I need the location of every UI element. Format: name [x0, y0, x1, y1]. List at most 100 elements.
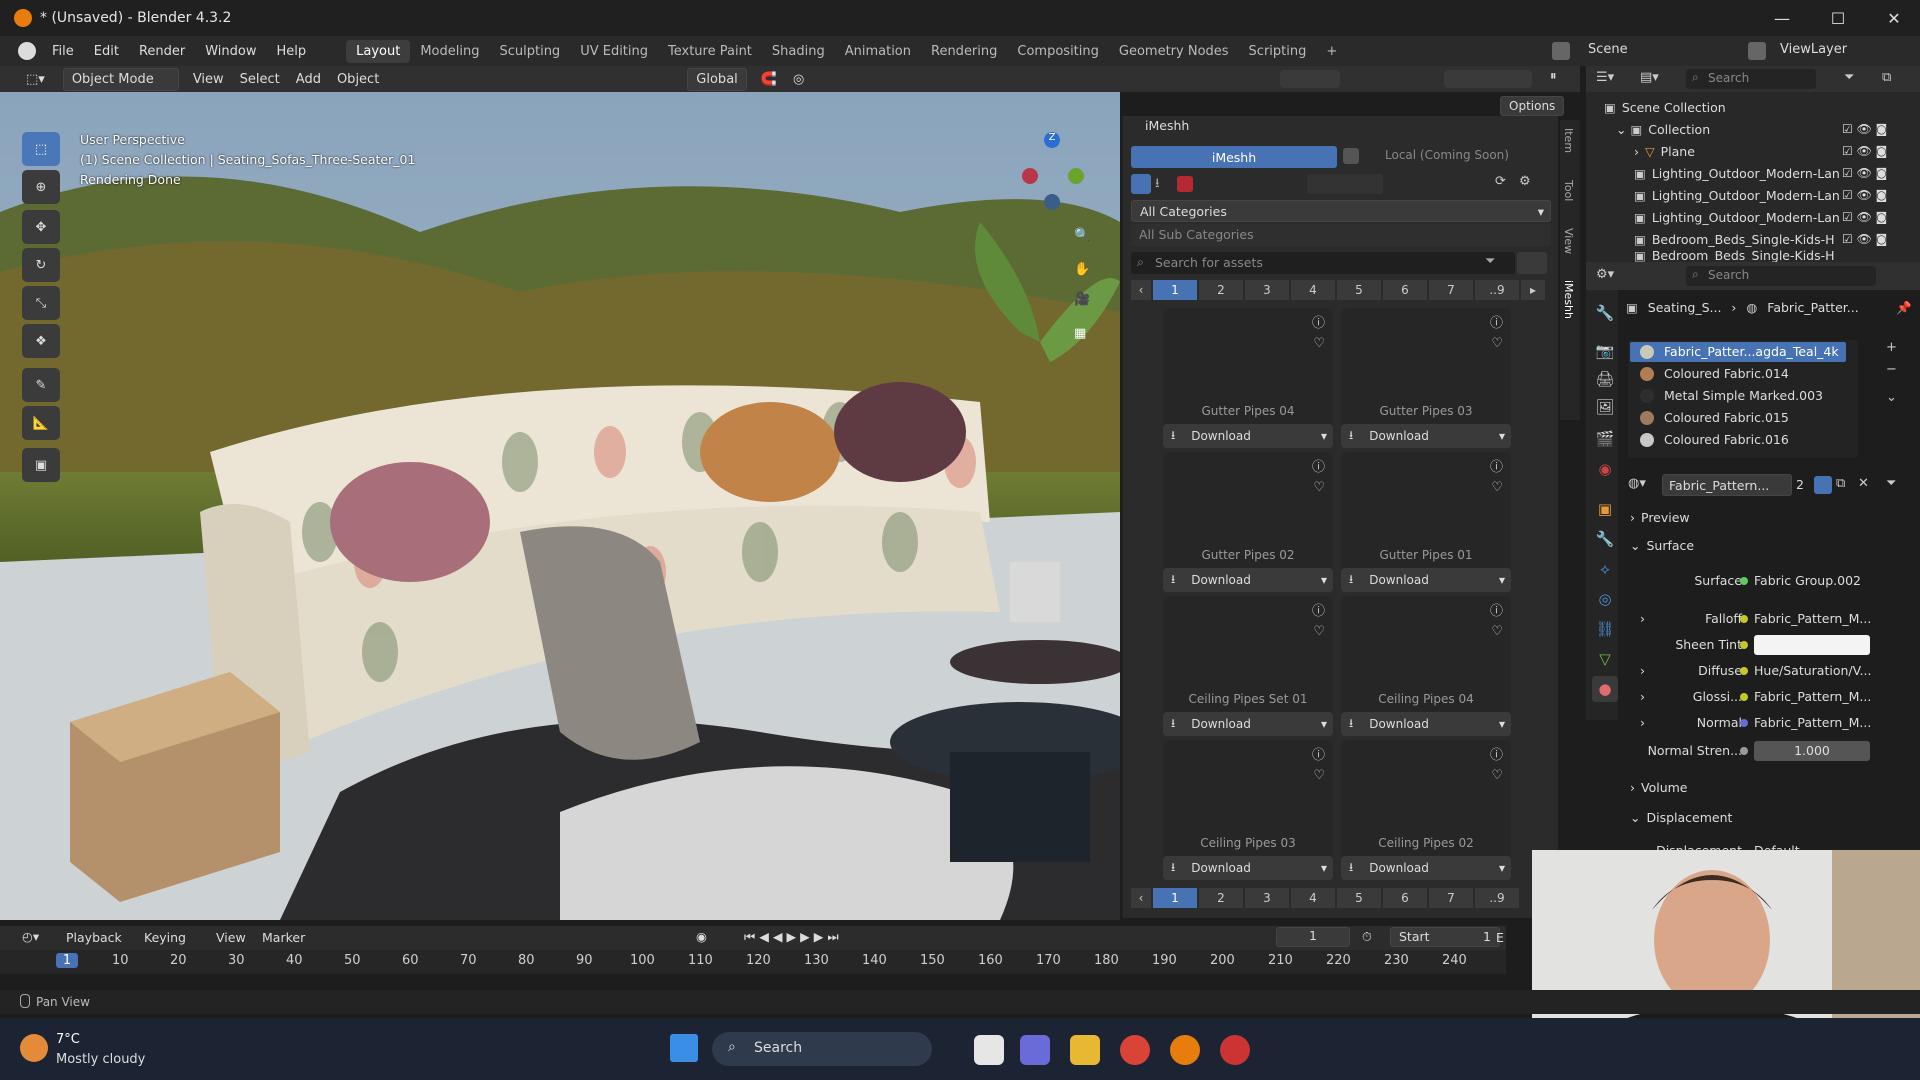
select-tool-icon[interactable]: ⬚	[22, 132, 60, 166]
duplicate-material-icon[interactable]: ⧉	[1836, 476, 1845, 491]
object-mode-dropdown[interactable]: Object Mode	[62, 67, 179, 91]
visibility-toggles[interactable]: ☑ 👁 ◙ ☑ 👁 ◙ ☑ 👁 ◙ ☑ 👁 ◙ ☑ 👁 ◙ ☑ 👁 ◙	[1842, 118, 1912, 258]
refresh-icon[interactable]: ⟳	[1495, 174, 1506, 189]
task-view-icon[interactable]	[974, 1035, 1004, 1065]
add-workspace-button[interactable]: +	[1316, 40, 1347, 63]
page-last-button[interactable]: ..9	[1475, 280, 1519, 300]
slot-menu-icon[interactable]: ⌄	[1886, 390, 1897, 405]
page-prev-button[interactable]: ‹	[1131, 888, 1151, 908]
view-layer-tab-icon[interactable]: 🖼	[1592, 394, 1618, 420]
camera-view-icon[interactable]: 🎥	[1074, 292, 1090, 307]
menu-view[interactable]: View	[185, 69, 232, 90]
scale-tool-icon[interactable]: ⤡	[22, 286, 60, 320]
menu-file[interactable]: File	[42, 44, 84, 59]
online-library-icon[interactable]	[1131, 174, 1151, 194]
chevron-right-icon[interactable]: ›	[1640, 611, 1645, 626]
navigation-gizmo[interactable]: Z	[1020, 132, 1090, 212]
chevron-down-icon[interactable]: ▾	[1321, 861, 1327, 875]
page-1-button[interactable]: 1	[1153, 888, 1197, 908]
heart-icon[interactable]: ♡	[1491, 480, 1503, 495]
page-5-button[interactable]: 5	[1337, 280, 1381, 300]
tab-compositing[interactable]: Compositing	[1007, 40, 1109, 63]
info-icon[interactable]: ⓘ	[1312, 312, 1325, 331]
filter-icon[interactable]: ⏷	[1844, 70, 1854, 85]
add-slot-button[interactable]: +	[1886, 340, 1897, 355]
page-7-button[interactable]: 7	[1429, 280, 1473, 300]
render-tab-icon[interactable]: 📷	[1592, 338, 1618, 364]
material-filter-icon[interactable]: ⏷	[1886, 476, 1896, 491]
chevron-down-icon[interactable]: ▾	[1499, 717, 1505, 731]
axis-x-icon[interactable]	[1022, 168, 1038, 184]
page-1-button[interactable]: 1	[1153, 280, 1197, 300]
proportional-edit-icon[interactable]: ◎	[785, 69, 812, 90]
chevron-down-icon[interactable]: ▾	[1321, 717, 1327, 731]
material-slot[interactable]: Fabric_Patter...agda_Teal_4k	[1630, 342, 1846, 362]
download-button[interactable]: ⭳ Download ▾	[1341, 856, 1511, 880]
copilot-icon[interactable]	[1020, 1035, 1050, 1065]
menu-window[interactable]: Window	[195, 44, 266, 59]
scene-name[interactable]: Scene	[1588, 42, 1628, 57]
chevron-right-icon[interactable]: ›	[1640, 663, 1645, 678]
new-collection-icon[interactable]: ⧉	[1882, 70, 1891, 85]
chevron-right-icon[interactable]: ›	[1634, 144, 1639, 159]
breadcrumb-material[interactable]: Fabric_Patter...	[1767, 300, 1858, 315]
page-4-button[interactable]: 4	[1291, 280, 1335, 300]
viewlayer-name[interactable]: ViewLayer	[1780, 42, 1847, 57]
chevron-down-icon[interactable]: ▾	[1499, 429, 1505, 443]
menu-help[interactable]: Help	[267, 44, 317, 59]
download-button[interactable]: ⭳ Download ▾	[1341, 424, 1511, 448]
settings-gear-icon[interactable]: ⚙	[1519, 174, 1531, 189]
material-slot[interactable]: Coloured Fabric.015	[1630, 408, 1846, 428]
prop-value[interactable]: Fabric_Pattern_M...	[1754, 689, 1871, 704]
tab-geometry-nodes[interactable]: Geometry Nodes	[1109, 40, 1239, 63]
view-mode-icon[interactable]	[1517, 252, 1547, 274]
pause-render-icon[interactable]: ⏸	[1550, 69, 1557, 84]
tab-modeling[interactable]: Modeling	[410, 40, 489, 63]
file-explorer-icon[interactable]	[1070, 1035, 1100, 1065]
axis-y-icon[interactable]	[1068, 168, 1084, 184]
tab-animation[interactable]: Animation	[835, 40, 921, 63]
asset-card[interactable]: ⓘ ♡ Gutter Pipes 03 ⭳ Download ▾	[1341, 308, 1511, 448]
zoom-icon[interactable]: 🔍	[1074, 228, 1090, 243]
asset-card[interactable]: ⓘ ♡ Gutter Pipes 02 ⭳ Download ▾	[1163, 452, 1333, 592]
download-button[interactable]: ⭳ Download ▾	[1341, 568, 1511, 592]
output-tab-icon[interactable]: 🖨	[1592, 366, 1618, 392]
page-prev-button[interactable]: ‹	[1131, 280, 1151, 300]
tab-shading[interactable]: Shading	[762, 40, 835, 63]
page-2-button[interactable]: 2	[1199, 888, 1243, 908]
section-preview[interactable]: › Preview	[1630, 510, 1690, 525]
chevron-down-icon[interactable]: ▾	[1499, 573, 1505, 587]
favorite-filter-icon[interactable]	[1177, 176, 1193, 192]
section-surface[interactable]: ⌄ Surface	[1630, 538, 1694, 553]
start-menu-icon[interactable]	[670, 1034, 698, 1062]
menu-select[interactable]: Select	[232, 69, 288, 90]
measure-tool-icon[interactable]: 📐	[22, 406, 60, 440]
data-tab-icon[interactable]: ▽	[1592, 646, 1618, 672]
tab-imeshh-library[interactable]: iMeshh	[1131, 146, 1337, 168]
close-button[interactable]: ✕	[1866, 0, 1920, 36]
particles-tab-icon[interactable]: ⟡	[1592, 556, 1618, 582]
prop-value[interactable]: Hue/Saturation/V...	[1754, 663, 1871, 678]
material-browse-icon[interactable]: ◍▾	[1628, 476, 1646, 491]
download-button[interactable]: ⭳ Download ▾	[1163, 856, 1333, 880]
section-displacement[interactable]: ⌄ Displacement	[1630, 810, 1732, 825]
menu-render[interactable]: Render	[129, 44, 195, 59]
menu-timeline-view[interactable]: View	[216, 930, 246, 945]
asset-card[interactable]: ⓘ ♡ Gutter Pipes 01 ⭳ Download ▾	[1341, 452, 1511, 592]
tab-local-coming-soon[interactable]: Local (Coming Soon)	[1385, 148, 1509, 162]
asset-card[interactable]: ⓘ ♡ Ceiling Pipes 03 ⭳ Download ▾	[1163, 740, 1333, 880]
prop-value[interactable]: Fabric_Pattern_M...	[1754, 611, 1871, 626]
imeshh-panel-title[interactable]: iMeshh	[1145, 118, 1189, 133]
material-name-field[interactable]: Fabric_Pattern...	[1662, 474, 1792, 496]
info-icon[interactable]: ⓘ	[1312, 744, 1325, 763]
timeline-ruler[interactable]: 1 10 20 30 40 50 60 70 80 90 100 110 120…	[0, 950, 1506, 974]
modifier-tab-icon[interactable]: 🔧	[1592, 526, 1618, 552]
download-button[interactable]: ⭳ Download ▾	[1163, 712, 1333, 736]
maximize-button[interactable]: ☐	[1810, 0, 1866, 36]
outliner-editor-icon[interactable]: ☰▾	[1596, 70, 1614, 85]
fake-user-icon[interactable]	[1814, 476, 1832, 494]
rotate-tool-icon[interactable]: ↻	[22, 248, 60, 282]
page-7-button[interactable]: 7	[1429, 888, 1473, 908]
move-tool-icon[interactable]: ✥	[22, 210, 60, 244]
clock-icon[interactable]: ⏱	[1362, 929, 1372, 945]
